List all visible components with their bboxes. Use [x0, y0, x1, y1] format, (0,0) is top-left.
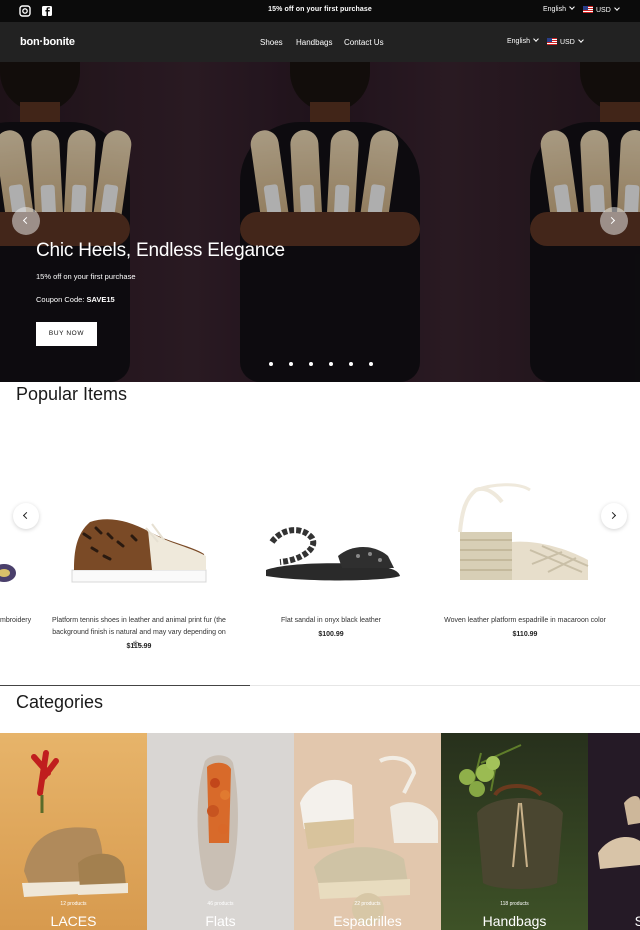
- slider-dot[interactable]: [269, 362, 273, 366]
- hero-coupon: Coupon Code: SAVE15: [36, 295, 115, 304]
- product-price: $115.99: [126, 643, 152, 650]
- currency-label: USD: [560, 39, 575, 46]
- us-flag-icon: [547, 38, 557, 45]
- chevron-right-icon: [608, 511, 617, 520]
- category-partial[interactable]: S: [588, 733, 640, 930]
- popular-prev-button[interactable]: [13, 503, 39, 529]
- product-price: $100.99: [318, 631, 344, 638]
- category-name: Flats: [205, 913, 236, 929]
- category-espadrilles[interactable]: 22 products Espadrilles: [294, 733, 441, 930]
- announcement-bar: 15% off on your first purchase English U…: [0, 0, 640, 22]
- nav-handbags[interactable]: Handbags: [296, 38, 332, 47]
- hero-subtitle: 15% off on your first purchase: [36, 272, 136, 281]
- slider-dot[interactable]: [289, 362, 293, 366]
- popular-next-button[interactable]: [601, 503, 627, 529]
- slider-dot[interactable]: [309, 362, 313, 366]
- chevron-down-icon: [577, 37, 584, 43]
- categories-title: Categories: [16, 692, 104, 712]
- hero-prev-button[interactable]: [12, 207, 40, 235]
- category-name: LACES: [50, 913, 97, 929]
- product-image[interactable]: [262, 520, 404, 586]
- brand-logo[interactable]: bon·bonite: [20, 36, 75, 48]
- product-image[interactable]: [452, 480, 594, 586]
- language-label: English: [543, 6, 566, 13]
- slider-dot[interactable]: [329, 362, 333, 366]
- chevron-left-icon: [22, 511, 31, 520]
- category-name: Handbags: [482, 913, 547, 929]
- us-flag-icon: [583, 6, 593, 13]
- chevron-right-icon: [607, 216, 616, 225]
- nav-contact-us[interactable]: Contact Us: [344, 38, 384, 47]
- category-count: 12 products: [60, 901, 87, 907]
- language-label: English: [507, 38, 530, 45]
- product-name[interactable]: mbroidery: [0, 615, 31, 627]
- category-count: 46 products: [207, 901, 234, 907]
- category-laces[interactable]: 12 products LACES: [0, 733, 147, 930]
- coupon-label: Coupon Code:: [36, 295, 85, 304]
- product-name[interactable]: Flat sandal in onyx black leather: [240, 615, 422, 627]
- category-name: Espadrilles: [333, 913, 402, 929]
- category-flats[interactable]: 46 products Flats: [147, 733, 294, 930]
- category-image: [598, 796, 640, 869]
- chevron-down-icon: [533, 36, 539, 42]
- category-name: S: [634, 913, 640, 929]
- hero-banner: Chic Heels, Endless Elegance 15% off on …: [0, 62, 640, 382]
- product-image[interactable]: [68, 512, 210, 586]
- chevron-left-icon: [22, 216, 31, 225]
- product-name[interactable]: Woven leather platform espadrille in mac…: [430, 615, 620, 627]
- product-price: $110.99: [512, 631, 538, 638]
- category-count: 22 products: [354, 901, 381, 907]
- carousel-progress-bar: [0, 685, 250, 686]
- buy-now-button[interactable]: BUY NOW: [36, 322, 97, 346]
- category-handbags[interactable]: 118 products Handbags: [441, 733, 588, 930]
- category-count: 118 products: [500, 901, 529, 907]
- coupon-code: SAVE15: [86, 295, 115, 304]
- popular-items-title: Popular Items: [16, 384, 128, 404]
- language-selector[interactable]: English: [543, 4, 575, 13]
- hero-title: Chic Heels, Endless Elegance: [36, 240, 285, 261]
- header-currency-selector[interactable]: USD: [547, 37, 584, 46]
- currency-label: USD: [596, 7, 611, 14]
- chevron-down-icon: [569, 4, 575, 10]
- currency-selector[interactable]: USD: [583, 5, 620, 14]
- hero-next-button[interactable]: [600, 207, 628, 235]
- slider-dot[interactable]: [349, 362, 353, 366]
- chevron-down-icon: [613, 5, 620, 11]
- product-image[interactable]: [0, 560, 16, 586]
- nav-shoes[interactable]: Shoes: [260, 38, 283, 47]
- main-header: bon·bonite Shoes Handbags Contact Us Eng…: [0, 22, 640, 62]
- header-language-selector[interactable]: English: [507, 36, 539, 45]
- slider-dot[interactable]: [369, 362, 373, 366]
